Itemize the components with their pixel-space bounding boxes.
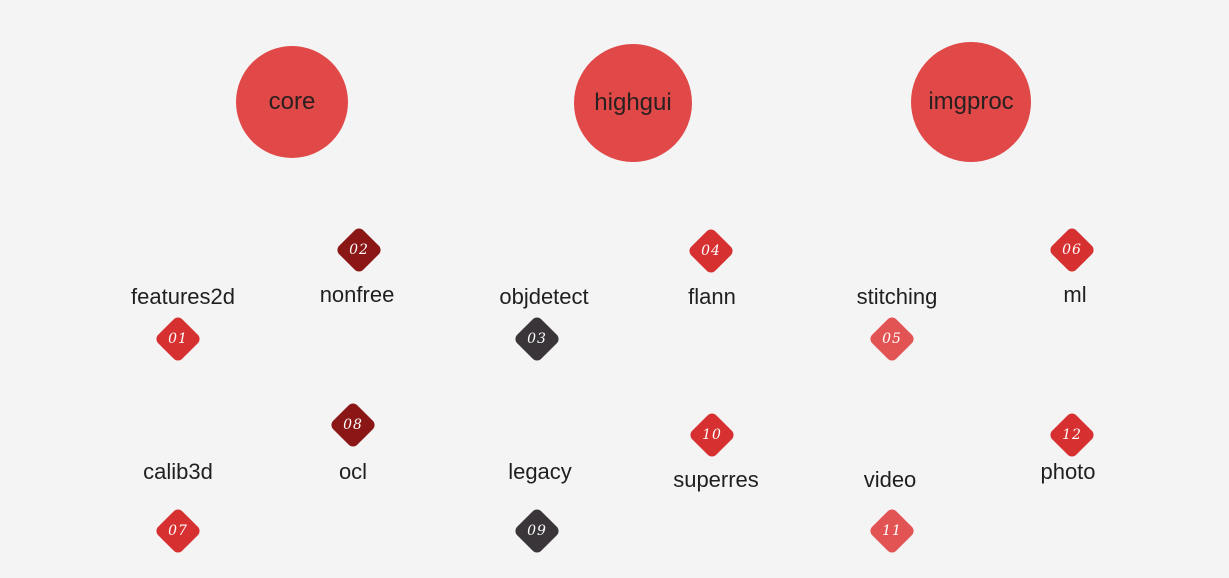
badge-number: 10 bbox=[702, 427, 722, 443]
module-label-calib3d: calib3d bbox=[143, 459, 213, 484]
module-label-objdetect: objdetect bbox=[499, 284, 589, 309]
badge-01: 01 bbox=[153, 314, 203, 364]
badge-number: 12 bbox=[1062, 427, 1082, 443]
module-label-superres: superres bbox=[673, 467, 759, 492]
module-label-legacy: legacy bbox=[508, 459, 572, 484]
module-label-video: video bbox=[863, 467, 917, 492]
module-label-nonfree: nonfree bbox=[319, 282, 395, 307]
module-label-stitching: stitching bbox=[856, 284, 938, 309]
module-label-photo: photo bbox=[1040, 459, 1096, 484]
badge-number: 11 bbox=[882, 523, 902, 539]
badge-number: 07 bbox=[168, 523, 188, 539]
badge-number: 04 bbox=[701, 243, 721, 259]
badge-03: 03 bbox=[512, 314, 562, 364]
badge-04: 04 bbox=[686, 226, 736, 276]
badge-09: 09 bbox=[512, 506, 562, 556]
badge-number: 05 bbox=[882, 331, 902, 347]
core-label: core bbox=[268, 88, 316, 115]
badge-05: 05 bbox=[867, 314, 917, 364]
badge-06: 06 bbox=[1047, 225, 1097, 275]
badge-11: 11 bbox=[867, 506, 917, 556]
module-label-ml: ml bbox=[1063, 282, 1087, 307]
module-label-flann: flann bbox=[688, 284, 736, 309]
badge-07: 07 bbox=[153, 506, 203, 556]
badge-number: 02 bbox=[349, 242, 369, 258]
core-circle: core bbox=[236, 46, 348, 158]
badge-08: 08 bbox=[328, 400, 378, 450]
badge-number: 08 bbox=[343, 417, 363, 433]
highgui-circle: highgui bbox=[574, 44, 692, 162]
highgui-label: highgui bbox=[594, 89, 672, 116]
module-label-ocl: ocl bbox=[338, 459, 368, 484]
badge-number: 09 bbox=[527, 523, 547, 539]
imgproc-label: imgproc bbox=[928, 88, 1014, 115]
badge-number: 06 bbox=[1062, 242, 1082, 258]
badge-number: 01 bbox=[168, 331, 188, 347]
module-label-features2d: features2d bbox=[131, 284, 235, 309]
badge-10: 10 bbox=[687, 410, 737, 460]
badge-number: 03 bbox=[527, 331, 547, 347]
badge-12: 12 bbox=[1047, 410, 1097, 460]
imgproc-circle: imgproc bbox=[911, 42, 1031, 162]
badge-02: 02 bbox=[334, 225, 384, 275]
